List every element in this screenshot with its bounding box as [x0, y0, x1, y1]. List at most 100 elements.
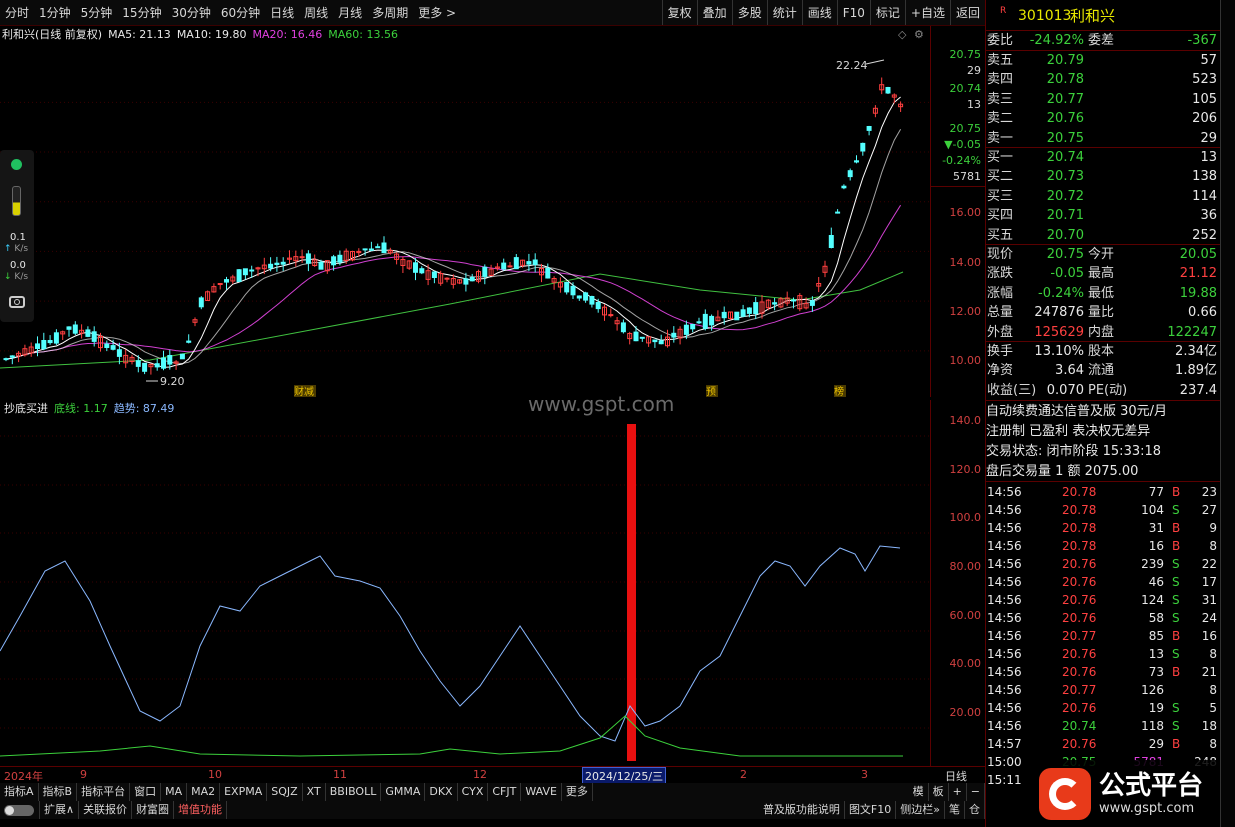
- f10-graphic-button[interactable]: 图文F10: [845, 801, 897, 819]
- tick-row: 14:56 20.76 19 S 5: [986, 699, 1221, 717]
- period-tab[interactable]: 30分钟: [167, 0, 216, 25]
- ind-tick: 20.00: [949, 706, 982, 719]
- period-indicator[interactable]: 日线: [945, 768, 967, 784]
- period-tab[interactable]: 1分钟: [34, 0, 76, 25]
- stat-label: 最高: [1088, 266, 1115, 282]
- tick-volume: 29: [1148, 737, 1164, 751]
- period-tab[interactable]: 5分钟: [76, 0, 118, 25]
- multi-stock-button[interactable]: 多股: [731, 0, 767, 25]
- sidebar-button[interactable]: 侧边栏»: [896, 801, 945, 819]
- adjust-button[interactable]: 复权: [661, 0, 697, 25]
- indicator-name[interactable]: 抄底买进: [4, 400, 48, 416]
- more-periods-button[interactable]: 更多 >: [413, 0, 461, 25]
- tab-indicator-b[interactable]: 指标B: [39, 783, 78, 801]
- stat-label: PE(动): [1088, 382, 1128, 398]
- tab-ma2[interactable]: MA2: [187, 783, 221, 801]
- period-tab-daily[interactable]: 日线: [265, 0, 299, 25]
- gear-icon[interactable]: ⚙: [914, 28, 924, 41]
- tab-gmma[interactable]: GMMA: [381, 783, 426, 801]
- stat-label: 总量: [987, 305, 1014, 321]
- speed-unit: K/s: [14, 272, 29, 282]
- tick-direction: S: [1172, 647, 1180, 661]
- date-axis: 2024年 9 10 11 12 2024/12/25/三 2 3 日线: [0, 766, 985, 785]
- ma-legend: 利和兴(日线 前复权) MA5: 21.13 MA10: 19.80 MA20:…: [0, 26, 930, 42]
- logo-url: www.gspt.com: [1099, 801, 1195, 816]
- event-marker[interactable]: 预: [706, 386, 716, 397]
- logo-text: 公式平台: [1099, 771, 1204, 801]
- r-badge-icon: R: [1000, 6, 1007, 16]
- speed-widget: 0.1 ↑ K/s 0.0 ↓ K/s: [0, 150, 34, 322]
- ma20-value: MA20: 16.46: [252, 27, 323, 41]
- tab-sqjz[interactable]: SQJZ: [267, 783, 303, 801]
- listing-info: 注册制 已盈利 表决权无差异: [986, 424, 1151, 439]
- stat-value: 2.34亿: [1175, 344, 1217, 359]
- event-marker[interactable]: 财: [294, 385, 304, 397]
- tick-direction: S: [1172, 575, 1180, 589]
- ind-tick: 40.00: [949, 657, 982, 670]
- tab-ma[interactable]: MA: [161, 783, 188, 801]
- tab-expma[interactable]: EXPMA: [220, 783, 268, 801]
- tick-row: 14:56 20.77 85 B 16: [986, 627, 1221, 645]
- bid-label: 买四: [987, 208, 1014, 224]
- tab-window[interactable]: 窗口: [130, 783, 162, 801]
- tab-xt[interactable]: XT: [303, 783, 326, 801]
- period-tab[interactable]: 多周期: [367, 0, 413, 25]
- period-tab[interactable]: 60分钟: [216, 0, 265, 25]
- add-watchlist-button[interactable]: +自选: [904, 0, 950, 25]
- position-button[interactable]: 仓: [965, 801, 985, 819]
- tick-volume: 46: [1148, 575, 1164, 589]
- tick-row: 14:56 20.78 31 B 9: [986, 519, 1221, 537]
- value-added-tab[interactable]: 增值功能: [174, 801, 228, 819]
- stat-label: 量比: [1088, 305, 1115, 321]
- tick-price: 20.78: [1062, 503, 1097, 517]
- price-tick: 16.00: [949, 206, 982, 219]
- period-tab[interactable]: 分时: [0, 0, 34, 25]
- mark-button[interactable]: 标记: [869, 0, 905, 25]
- stat-value: 0.66: [1188, 305, 1217, 321]
- tab-cfjt[interactable]: CFJT: [488, 783, 522, 801]
- expand-button[interactable]: 扩展∧: [40, 801, 80, 819]
- subscription-info[interactable]: 自动续费通达信普及版 30元/月: [986, 402, 1221, 421]
- tick-direction: B: [1172, 737, 1181, 751]
- period-tab[interactable]: 周线: [299, 0, 333, 25]
- tab-indicator-platform[interactable]: 指标平台: [77, 783, 131, 801]
- tab-indicator-a[interactable]: 指标A: [0, 783, 39, 801]
- tab-dkx[interactable]: DKX: [425, 783, 458, 801]
- stock-name: 利和兴: [1070, 7, 1116, 25]
- indicator-chart[interactable]: [0, 416, 930, 766]
- toggle-switch[interactable]: [0, 801, 40, 819]
- pen-button[interactable]: 笔: [945, 801, 965, 819]
- related-quote-tab[interactable]: 关联报价: [79, 801, 133, 819]
- wealth-circle-tab[interactable]: 财富圈: [132, 801, 175, 819]
- date-label: 11: [333, 768, 347, 781]
- back-button[interactable]: 返回: [949, 0, 985, 25]
- period-tab[interactable]: 月线: [333, 0, 367, 25]
- stock-code: 301013: [1018, 8, 1072, 24]
- tab-wave[interactable]: WAVE: [521, 783, 562, 801]
- event-marker[interactable]: 减: [304, 386, 314, 397]
- tick-row: 14:56 20.76 73 B 21: [986, 663, 1221, 681]
- chart-title: 利和兴(日线 前复权): [2, 28, 103, 41]
- period-tab[interactable]: 15分钟: [117, 0, 166, 25]
- template-button[interactable]: 板: [929, 783, 949, 801]
- bid-volume: 252: [1192, 227, 1217, 243]
- overlay-button[interactable]: 叠加: [696, 0, 732, 25]
- f10-button[interactable]: F10: [836, 0, 870, 25]
- event-marker[interactable]: 榜: [834, 385, 844, 397]
- candlestick-chart[interactable]: 22.24 9.20 财 减 预 榜: [0, 42, 930, 397]
- tab-bbiboll[interactable]: BBIBOLL: [326, 783, 382, 801]
- add-window-button[interactable]: +: [949, 783, 967, 801]
- ask-vol-label: 29: [967, 64, 981, 77]
- tab-more[interactable]: 更多: [562, 783, 593, 801]
- stats-button[interactable]: 统计: [766, 0, 802, 25]
- diamond-icon[interactable]: ◇: [898, 28, 906, 41]
- ratio-value: -24.92%: [1029, 33, 1084, 48]
- tab-cyx[interactable]: CYX: [458, 783, 489, 801]
- remove-window-button[interactable]: −: [967, 783, 985, 801]
- camera-icon[interactable]: [9, 296, 25, 308]
- tick-time: 15:00: [987, 755, 1022, 769]
- draw-button[interactable]: 画线: [801, 0, 837, 25]
- template-button[interactable]: 模: [909, 783, 929, 801]
- help-link[interactable]: 普及版功能说明: [759, 801, 845, 819]
- ind-tick: 60.00: [949, 609, 982, 622]
